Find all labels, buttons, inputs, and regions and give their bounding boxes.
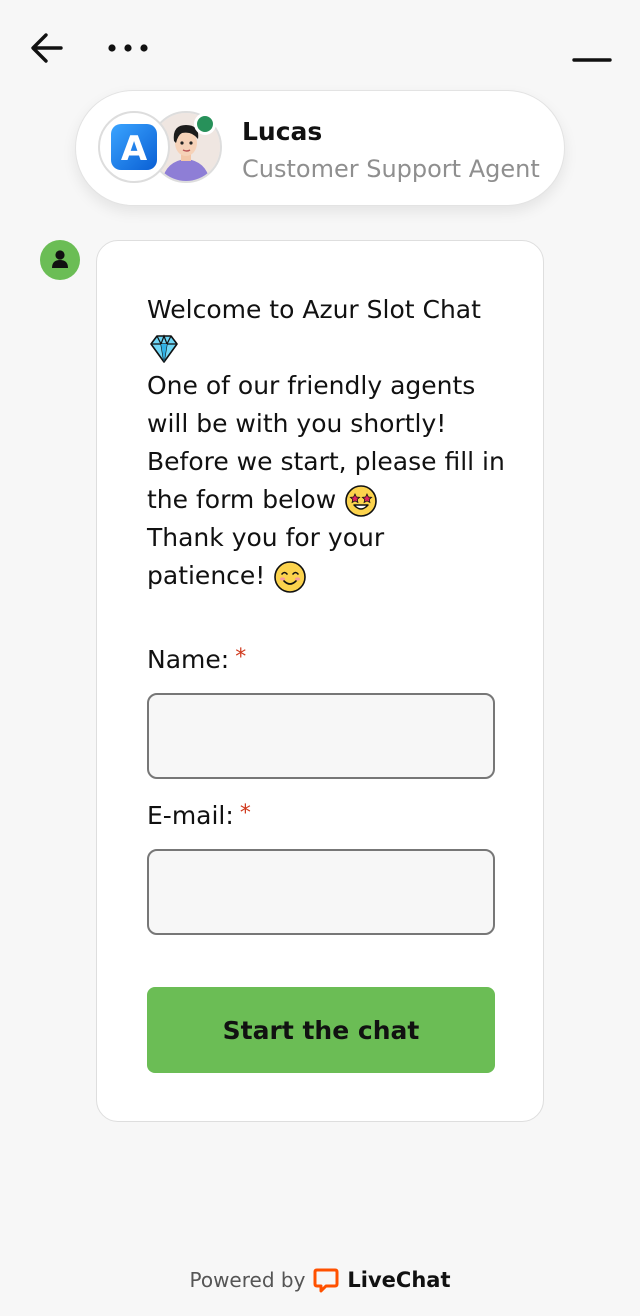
agent-header: A Lucas Customer Support Agent (75, 90, 565, 206)
name-label-text: Name: (147, 645, 230, 674)
email-input[interactable] (147, 849, 495, 935)
online-status-indicator (194, 113, 216, 135)
livechat-logo-icon (313, 1268, 339, 1293)
svg-text:A: A (121, 129, 148, 169)
company-logo-avatar: A (98, 111, 170, 183)
agent-name: Lucas (242, 117, 323, 146)
powered-by-footer[interactable]: Powered by LiveChat (0, 1262, 640, 1298)
livechat-brand: LiveChat (347, 1268, 451, 1292)
email-field-label: E-mail: * (147, 801, 251, 830)
email-label-text: E-mail: (147, 801, 234, 830)
start-chat-button[interactable]: Start the chat (147, 987, 495, 1073)
minimize-icon (572, 58, 612, 62)
minimize-button[interactable] (570, 46, 614, 72)
name-field-label: Name: * (147, 645, 246, 674)
more-dots-icon (108, 44, 148, 52)
back-button[interactable] (28, 30, 66, 66)
required-marker: * (235, 645, 247, 670)
welcome-line-3: Before we start, please fill in the form… (147, 447, 505, 514)
bot-avatar (40, 240, 80, 280)
more-options-button[interactable] (104, 36, 152, 60)
user-icon (52, 250, 68, 268)
powered-by-text: Powered by (189, 1268, 306, 1292)
arrow-left-icon (31, 33, 63, 63)
smiling-face-emoji-icon (273, 560, 307, 594)
chat-window: A Lucas Customer Support Agent Welcome t… (0, 0, 640, 1316)
agent-role: Customer Support Agent (242, 155, 540, 183)
name-input[interactable] (147, 693, 495, 779)
welcome-line-2: One of our friendly agents will be with … (147, 371, 476, 438)
welcome-message-card: Welcome to Azur Slot Chat One of our fri… (96, 240, 544, 1122)
welcome-text: Welcome to Azur Slot Chat One of our fri… (147, 291, 507, 595)
gem-emoji-icon (147, 332, 181, 366)
star-struck-emoji-icon (344, 484, 378, 518)
required-marker: * (239, 801, 251, 826)
welcome-line-1: Welcome to Azur Slot Chat (147, 295, 481, 324)
welcome-line-4: Thank you for your patience! (147, 523, 385, 590)
company-logo-icon: A (111, 124, 157, 170)
